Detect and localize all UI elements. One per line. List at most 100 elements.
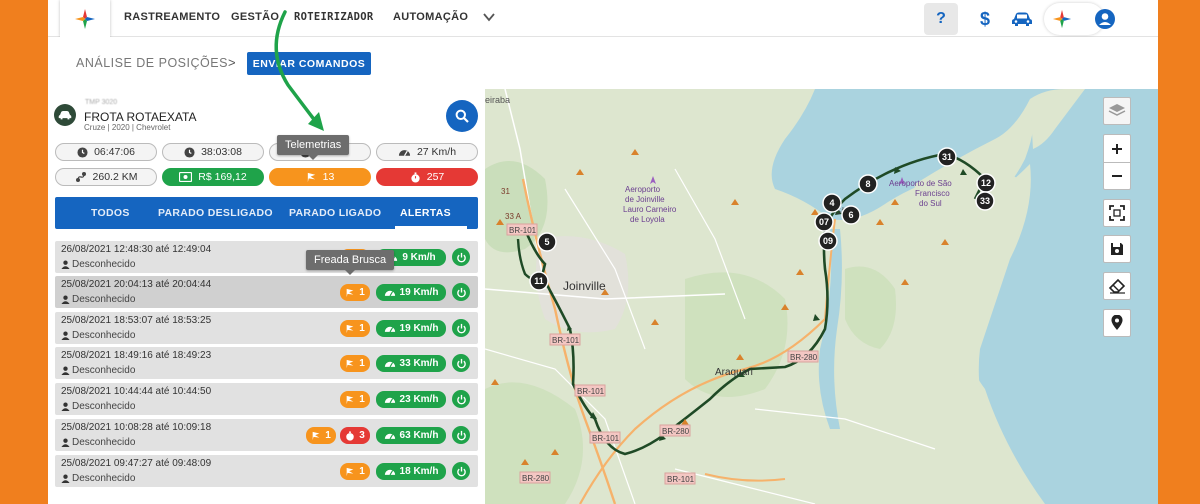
route-stop-marker[interactable]: 12 [976,173,996,193]
telemetry-badge[interactable]: 1 [340,463,370,480]
power-button[interactable] [452,283,470,301]
telemetry-tooltip-text: Telemetrias [285,139,342,151]
vehicle-name: FROTA ROTAEXATA [84,110,197,124]
route-stop-marker[interactable]: 31 [937,147,957,167]
map-view[interactable]: Aeroporto de Joinville Lauro Carneiro de… [485,89,1158,504]
stat-telemetry[interactable]: 13 [269,168,371,186]
map-label-sfs-airport: Aeroporto de São [889,179,952,188]
help-button[interactable]: ? [924,3,958,35]
alert-driver: Desconhecido [61,365,135,376]
telemetry-count: 1 [359,394,365,405]
speedometer-icon [384,326,395,333]
alert-time: 25/08/2021 10:08:28 até 10:09:18 [61,422,212,433]
top-navbar: RASTREAMENTO GESTÃO ROTEIRIZADOR AUTOMAÇ… [48,0,1158,37]
map-canvas[interactable]: Aeroporto de Joinville Lauro Carneiro de… [485,89,1158,504]
alarm-badge[interactable]: 3 [340,427,370,444]
route-stop-marker[interactable]: 09 [818,231,838,251]
hard-brake-tooltip-text: Freada Brusca [314,254,387,266]
map-label-joinville: Joinville [563,279,606,293]
clock-icon [77,146,88,158]
stopwatch-icon [411,171,420,183]
save-button[interactable] [1103,235,1131,263]
route-stop-marker[interactable]: 33 [975,191,995,211]
money-icon [179,172,193,182]
marker-button[interactable] [1103,309,1131,337]
alert-driver-name: Desconhecido [72,294,136,305]
route-stop-marker[interactable]: 07 [814,212,834,232]
route-icon [75,172,86,182]
marker-label: 07 [819,217,829,227]
send-commands-button[interactable]: ENVIAR COMANDOS [247,52,371,75]
billing-button[interactable]: $ [968,3,1002,35]
power-button[interactable] [452,248,470,266]
power-button[interactable] [452,319,470,337]
marker-label: 4 [829,198,834,208]
minus-icon [1112,175,1122,177]
marker-label: 8 [865,179,870,189]
route-stop-marker[interactable]: 4 [822,193,842,213]
telemetry-badge[interactable]: 1 [340,391,370,408]
speed-value: 23 Km/h [399,394,439,405]
speed-value: 33 Km/h [399,358,439,369]
alert-row[interactable]: 25/08/2021 18:49:16 até 18:49:23 Desconhe… [55,347,478,379]
alert-time: 25/08/2021 18:49:16 até 18:49:23 [61,350,212,361]
power-icon [456,252,466,262]
map-label-sfs-2: Francisco [915,189,950,198]
power-button[interactable] [452,354,470,372]
route-stop-marker[interactable]: 11 [529,271,549,291]
power-icon [456,323,466,333]
nav-rastreamento[interactable]: RASTREAMENTO [124,11,220,23]
road-shield-br101-2: BR-101 [552,336,580,345]
speed-badge: 19 Km/h [376,284,446,301]
eraser-button[interactable] [1103,272,1131,300]
route-stop-marker[interactable]: 5 [537,232,557,252]
user-button[interactable] [1088,3,1122,35]
alert-row[interactable]: 25/08/2021 10:08:28 até 10:09:18 Desconhe… [55,419,478,451]
power-button[interactable] [452,390,470,408]
telemetry-badge[interactable]: 1 [340,284,370,301]
power-icon [456,394,466,404]
chevron-down-icon[interactable] [482,10,496,24]
alert-time: 26/08/2021 12:48:30 até 12:49:04 [61,244,212,255]
nav-roteirizador[interactable]: ROTEIRIZADOR [294,11,373,23]
alert-row[interactable]: 25/08/2021 18:53:07 até 18:53:25 Desconhe… [55,312,478,344]
alert-row[interactable]: 25/08/2021 10:44:44 até 10:44:50 Desconhe… [55,383,478,415]
tab-alertas[interactable]: ALERTAS [400,207,451,219]
layers-button[interactable] [1103,97,1131,125]
person-icon [61,474,70,483]
map-label-airport: Aeroporto [625,185,661,194]
fit-bounds-button[interactable] [1103,199,1131,227]
alert-driver-name: Desconhecido [72,401,136,412]
app-logo-tab[interactable] [60,0,110,37]
power-icon [456,287,466,297]
search-button[interactable] [446,100,478,132]
power-button[interactable] [452,426,470,444]
tab-todos[interactable]: TODOS [91,207,130,219]
tab-parado-desligado[interactable]: PARADO DESLIGADO [158,207,273,219]
telemetry-badge[interactable]: 1 [340,355,370,372]
stat-cost[interactable]: R$ 169,12 [162,168,264,186]
nav-automacao[interactable]: AUTOMAÇÃO [393,11,468,23]
route-stop-marker[interactable]: 6 [841,205,861,225]
nav-gestao[interactable]: GESTÃO [231,11,279,23]
telemetry-badge[interactable]: 1 [306,427,336,444]
alert-row[interactable]: 25/08/2021 09:47:27 até 09:48:09 Desconhe… [55,455,478,487]
alert-row[interactable]: 26/08/2021 12:48:30 até 12:49:04 Desconhe… [55,241,478,273]
telemetry-count: 1 [359,323,365,334]
speedometer-icon [398,150,411,157]
tab-parado-ligado[interactable]: PARADO LIGADO [289,207,381,219]
power-button[interactable] [452,462,470,480]
speed-value: 19 Km/h [399,323,439,334]
clock-icon [184,146,195,158]
stat-alarms[interactable]: 257 [376,168,478,186]
plus-icon [1112,143,1122,154]
zoom-in-button[interactable] [1103,134,1131,162]
map-label-airport-2: de Joinville [625,195,665,204]
vehicles-button[interactable] [1005,3,1039,35]
hard-brake-tooltip: Freada Brusca [306,250,395,275]
person-icon [61,438,70,447]
telemetry-badge[interactable]: 1 [340,320,370,337]
zoom-out-button[interactable] [1103,162,1131,190]
alert-row[interactable]: 25/08/2021 20:04:13 até 20:04:44 Desconhe… [55,276,478,308]
route-stop-marker[interactable]: 8 [858,174,878,194]
